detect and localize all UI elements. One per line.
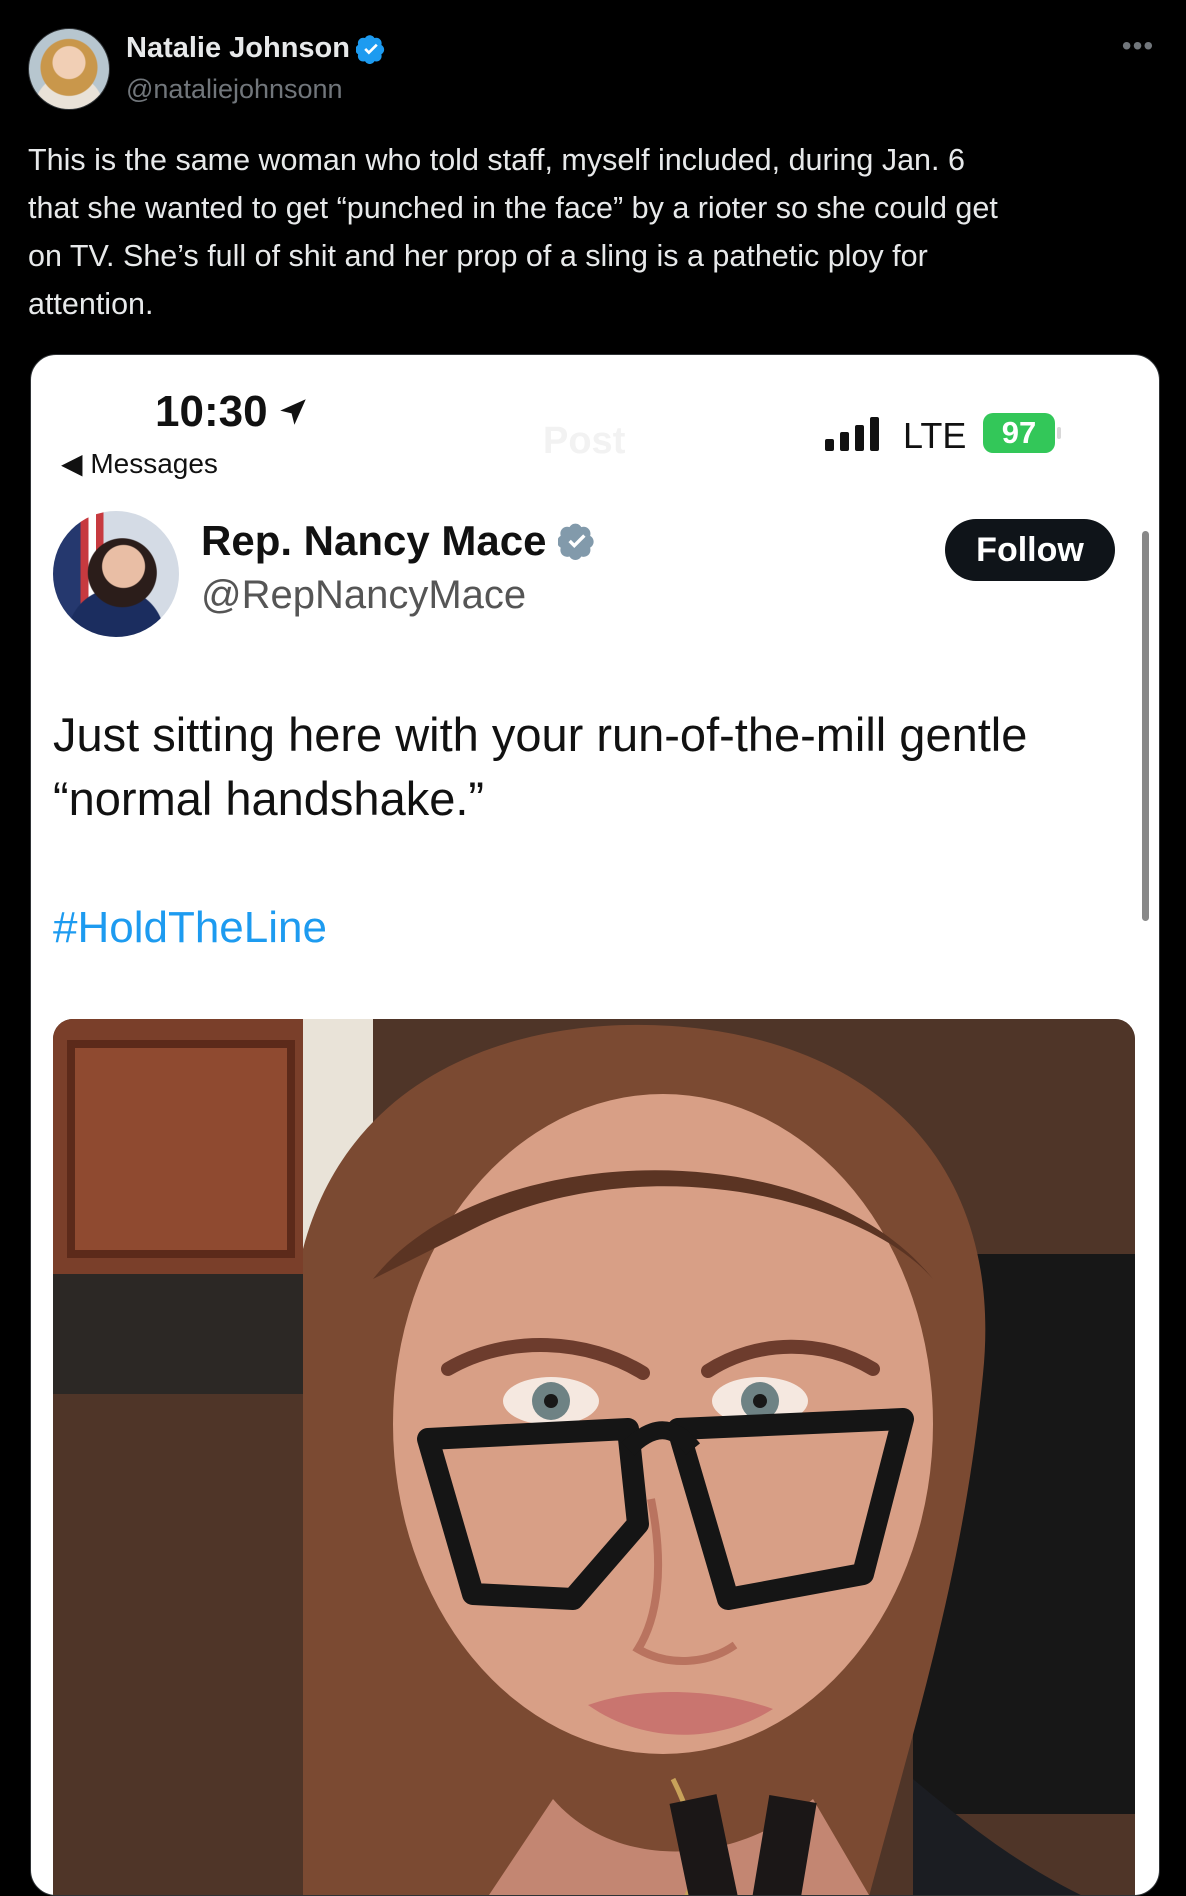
embedded-screenshot[interactable]: 10:30 ◀ Messages Post LTE 97 Rep. Nancy … [30,354,1160,1896]
signal-bars-icon [825,417,879,451]
hashtag-link[interactable]: #HoldTheLine [53,903,327,953]
tweet-author-handle[interactable]: @RepNancyMace [201,573,526,618]
tweet-author-row[interactable]: Rep. Nancy Mace [201,517,596,565]
post-text: This is the same woman who told staff, m… [28,143,998,321]
battery-indicator: 97 [983,413,1061,453]
battery-level: 97 [1001,415,1037,450]
tweet-author-name[interactable]: Rep. Nancy Mace [201,517,546,565]
ghost-title: Post [543,420,626,462]
gray-verified-badge-icon [558,523,595,560]
follow-button[interactable]: Follow [945,519,1115,581]
author-avatar[interactable] [28,28,110,110]
network-label: LTE [903,415,967,456]
more-options-button[interactable]: ••• [1118,32,1158,66]
author-name-row[interactable]: Natalie Johnson [126,32,386,65]
post-header: Natalie Johnson @nataliejohnsonn ••• [28,28,1158,112]
status-time: 10:30 [155,387,268,436]
messages-back-link[interactable]: ◀ Messages [61,447,218,480]
tweet-text: Just sitting here with your run-of-the-m… [53,708,1028,825]
scrollbar[interactable] [1142,531,1149,921]
location-arrow-icon [279,399,306,425]
author-name[interactable]: Natalie Johnson [126,32,350,65]
status-time-row: 10:30 [155,387,310,437]
tweet-author-avatar[interactable] [53,511,179,637]
author-handle[interactable]: @nataliejohnsonn [126,74,343,105]
selfie-photo-illustration [53,1019,1135,1895]
verified-badge-icon [356,34,385,64]
tweet-photo[interactable] [53,1019,1135,1895]
